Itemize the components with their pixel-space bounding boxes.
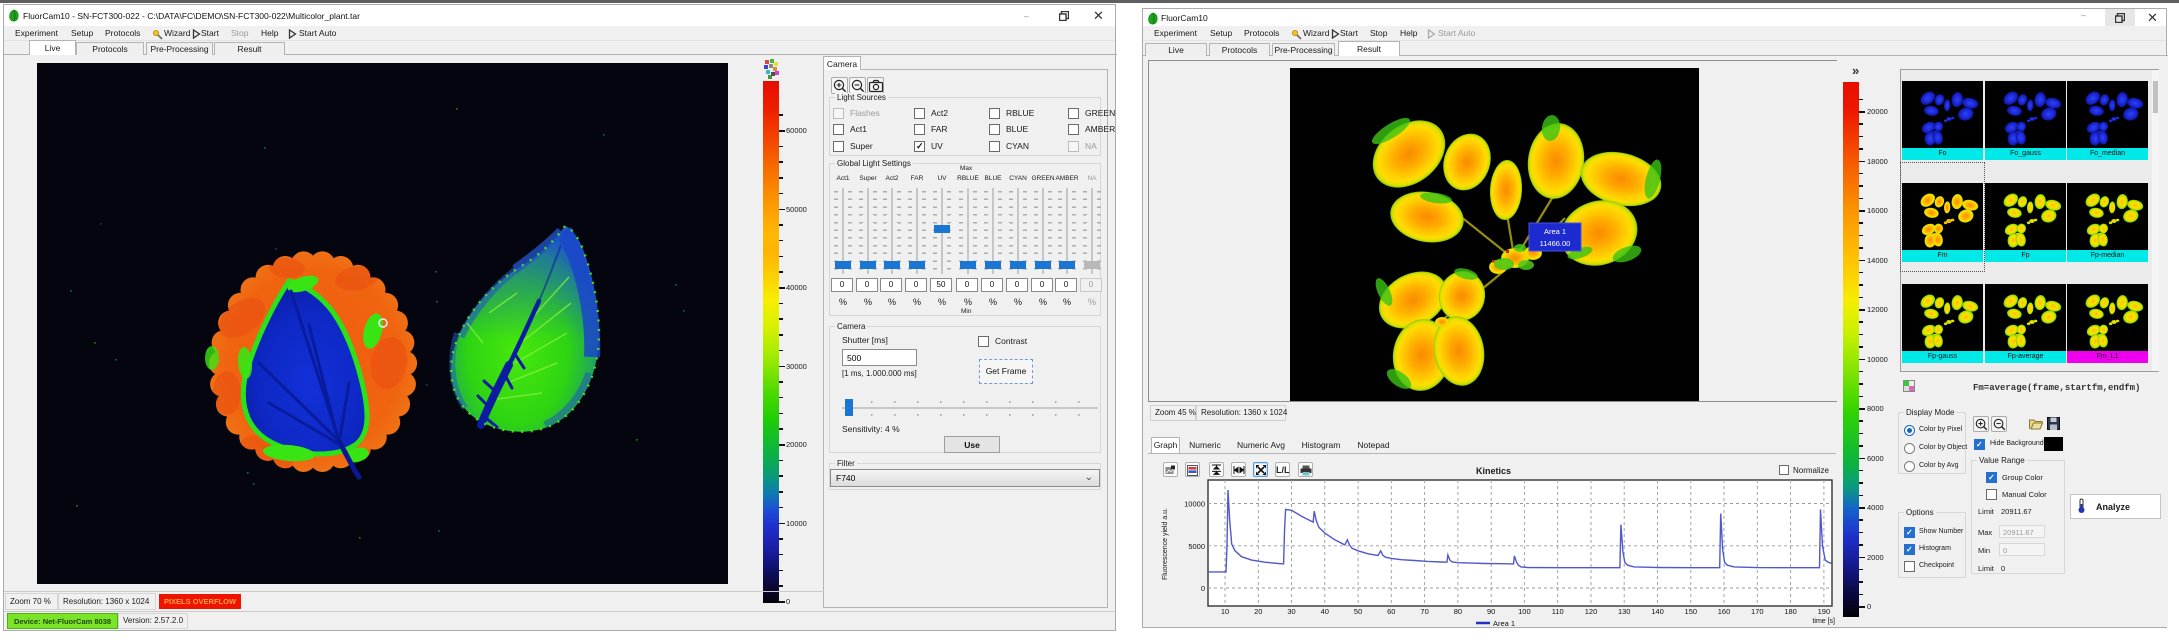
svg-text:70: 70: [1420, 607, 1428, 616]
svg-text:90: 90: [1487, 607, 1495, 616]
svg-text:Fluorescence yield a.u.: Fluorescence yield a.u.: [1162, 508, 1169, 580]
svg-text:10: 10: [1221, 607, 1229, 616]
svg-text:50: 50: [1354, 607, 1362, 616]
svg-text:20: 20: [1254, 607, 1262, 616]
svg-text:0: 0: [1201, 584, 1205, 593]
svg-text:40: 40: [1321, 607, 1329, 616]
svg-text:160: 160: [1718, 607, 1731, 616]
svg-text:130: 130: [1618, 607, 1631, 616]
svg-text:120: 120: [1585, 607, 1598, 616]
svg-text:170: 170: [1751, 607, 1764, 616]
svg-text:11466.00: 11466.00: [1540, 239, 1571, 248]
svg-text:150: 150: [1685, 607, 1698, 616]
svg-text:30: 30: [1287, 607, 1295, 616]
svg-text:180: 180: [1784, 607, 1797, 616]
svg-text:110: 110: [1552, 607, 1564, 616]
svg-text:80: 80: [1454, 607, 1462, 616]
svg-text:190: 190: [1818, 607, 1831, 616]
svg-text:100: 100: [1518, 607, 1531, 616]
svg-text:Area 1: Area 1: [1493, 619, 1515, 627]
svg-text:140: 140: [1651, 607, 1664, 616]
svg-text:60: 60: [1387, 607, 1395, 616]
svg-text:10000: 10000: [1184, 500, 1205, 509]
svg-text:Area 1: Area 1: [1544, 227, 1566, 236]
svg-text:5000: 5000: [1188, 542, 1205, 551]
svg-text:time [s]: time [s]: [1812, 618, 1835, 625]
